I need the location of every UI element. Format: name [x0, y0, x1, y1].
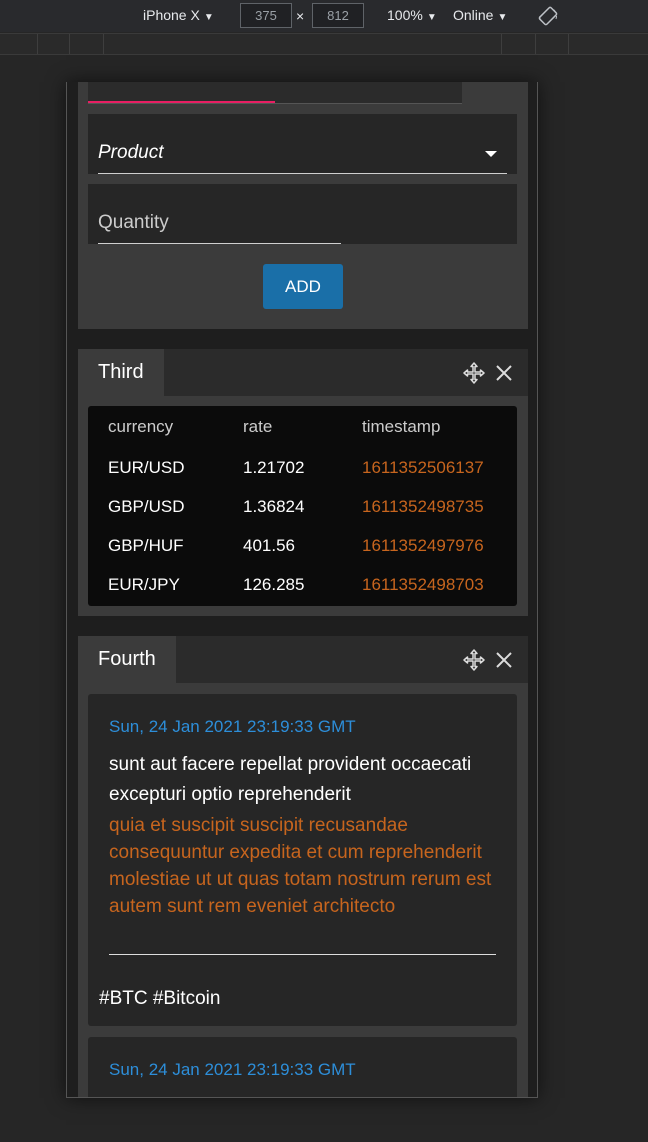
column-header: rate: [243, 417, 273, 436]
chevron-down-icon: ▼: [426, 12, 437, 23]
third-widget: Third currency rate timestamp EUR/USD 1.…: [78, 349, 528, 616]
rates-table: currency rate timestamp EUR/USD 1.21702 …: [88, 406, 517, 606]
media-query-bar: [0, 33, 648, 55]
device-viewport: Product Quantity ADD Third currency rate…: [66, 82, 538, 1098]
third-tab-actions: [462, 361, 516, 385]
news-tags: #BTC #Bitcoin: [99, 988, 221, 1009]
column-header: currency: [108, 417, 174, 436]
product-underline: [98, 173, 507, 174]
product-label: Product: [98, 142, 164, 163]
timestamp-cell: 1611352498735: [362, 497, 484, 516]
network-select[interactable]: Online ▼: [453, 7, 507, 23]
rate-cell: 401.56: [243, 536, 295, 555]
height-input[interactable]: 812: [312, 3, 364, 28]
rotate-icon[interactable]: [538, 6, 558, 26]
close-icon[interactable]: [492, 361, 516, 385]
news-card[interactable]: Sun, 24 Jan 2021 23:19:33 GMT sunt aut f…: [88, 694, 517, 1026]
fourth-widget: Fourth Sun, 24 Jan 2021 23:19:33 GMT sun…: [78, 636, 528, 1097]
currency-cell: EUR/JPY: [108, 575, 180, 594]
news-date: Sun, 24 Jan 2021 23:19:33 GMT: [109, 717, 356, 736]
zoom-label: 100%: [387, 7, 423, 23]
order-form-panel: Product Quantity ADD: [78, 82, 528, 329]
devtools-device-toolbar: iPhone X ▼ 375 × 812 100% ▼ Online ▼: [0, 0, 648, 32]
rate-cell: 1.36824: [243, 497, 305, 516]
news-title: sunt aut facere repellat provident occae…: [109, 754, 472, 805]
move-icon[interactable]: [462, 361, 486, 385]
news-card[interactable]: Sun, 24 Jan 2021 23:19:33 GMT: [88, 1037, 517, 1097]
currency-cell: GBP/HUF: [108, 536, 184, 555]
third-tabbar: Third: [78, 349, 528, 396]
times-icon: ×: [296, 8, 305, 24]
progress-bar: [88, 82, 462, 104]
rate-cell: 1.21702: [243, 458, 305, 477]
dropdown-arrow-icon: [485, 151, 497, 157]
close-icon[interactable]: [492, 648, 516, 672]
news-body: quia et suscipit suscipit recusandae con…: [109, 815, 492, 917]
news-divider: [109, 954, 496, 955]
chevron-down-icon: ▼: [497, 12, 508, 23]
fourth-tab-actions: [462, 648, 516, 672]
move-icon[interactable]: [462, 648, 486, 672]
add-button[interactable]: ADD: [263, 264, 343, 309]
zoom-select[interactable]: 100% ▼: [387, 7, 437, 23]
fourth-tabbar: Fourth: [78, 636, 528, 683]
quantity-underline: [98, 243, 341, 244]
currency-cell: EUR/USD: [108, 458, 185, 477]
device-label: iPhone X: [143, 7, 200, 23]
tab-fourth[interactable]: Fourth: [78, 636, 176, 683]
timestamp-cell: 1611352497976: [362, 536, 484, 555]
column-header: timestamp: [362, 417, 441, 436]
width-input[interactable]: 375: [240, 3, 292, 28]
timestamp-cell: 1611352498703: [362, 575, 484, 594]
device-select[interactable]: iPhone X ▼: [143, 7, 214, 23]
quantity-label: Quantity: [98, 212, 169, 233]
chevron-down-icon: ▼: [203, 12, 214, 23]
progress-fill: [88, 101, 275, 103]
product-select[interactable]: Product: [88, 114, 517, 174]
rate-cell: 126.285: [243, 575, 305, 594]
timestamp-cell: 1611352506137: [362, 458, 484, 477]
network-label: Online: [453, 7, 494, 23]
news-date: Sun, 24 Jan 2021 23:19:33 GMT: [109, 1060, 356, 1079]
currency-cell: GBP/USD: [108, 497, 185, 516]
quantity-field[interactable]: Quantity: [88, 184, 517, 244]
tab-third[interactable]: Third: [78, 349, 164, 396]
